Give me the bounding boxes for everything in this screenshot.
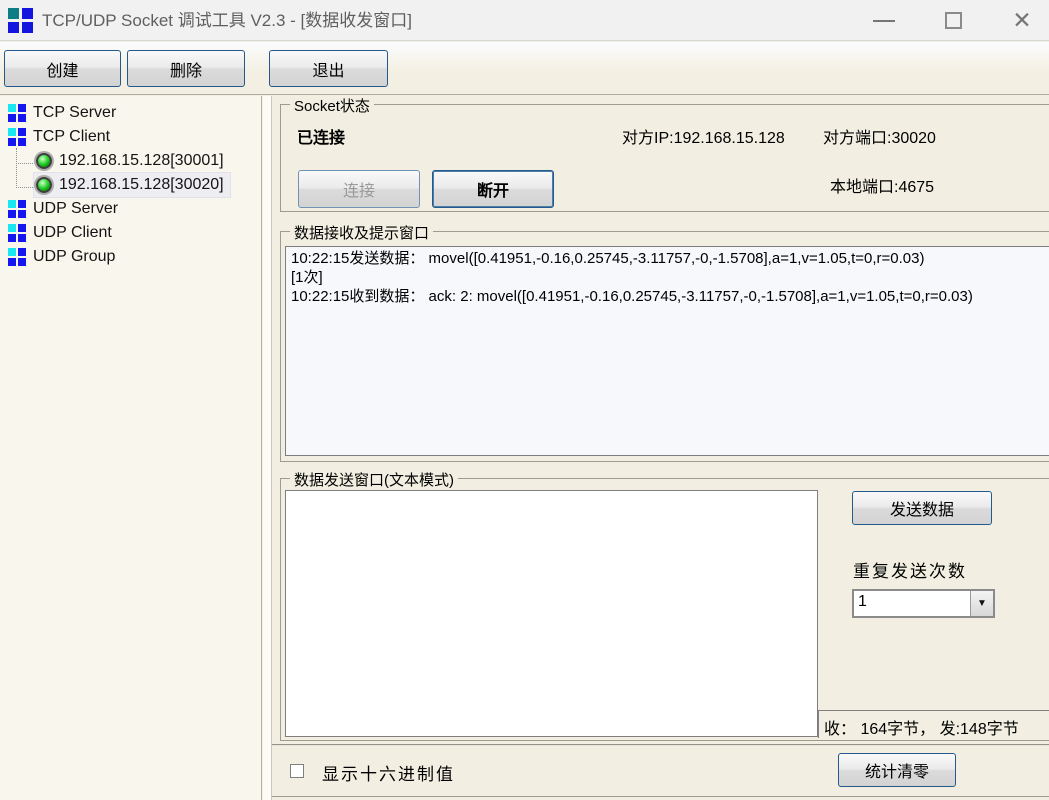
node-icon [8,104,26,122]
clear-stats-button[interactable]: 统计清零 [838,753,956,787]
disconnect-button[interactable]: 断开 [432,170,554,208]
connection-icon [36,177,52,193]
maximize-button[interactable] [930,0,976,41]
tree-item-udp-server[interactable]: UDP Server [0,197,260,221]
node-icon [8,200,26,218]
tree-item-label: 192.168.15.128[30020] [59,176,224,194]
minimize-button[interactable] [861,0,907,41]
app-icon [8,8,33,33]
tree-item-label: UDP Server [33,200,118,218]
app-icon-square [22,22,33,33]
node-icon [8,248,26,266]
delete-button[interactable]: 删除 [127,50,245,87]
receive-log-line: [1次] [291,268,1049,287]
tree-item-label: 192.168.15.128[30001] [59,152,224,170]
socket-status-group-title: Socket状态 [290,95,374,116]
minimize-icon [873,20,895,22]
app-icon-square [8,8,19,19]
receive-group-title: 数据接收及提示窗口 [290,222,433,243]
receive-log-line: 10:22:15发送数据： movel([0.41951,-0.16,0.257… [291,249,1049,268]
connection-state: 已连接 [297,124,345,148]
maximize-icon [945,12,962,29]
byte-stats-box: 收： 164字节， 发:148字节 [818,710,1049,738]
panel-splitter[interactable] [263,96,272,800]
tree-item-udp-client[interactable]: UDP Client [0,221,260,245]
send-group-title: 数据发送窗口(文本模式) [290,469,458,490]
titlebar: TCP/UDP Socket 调试工具 V2.3 - [数据收发窗口] ✕ [0,0,1049,41]
tree-item-udp-group[interactable]: UDP Group [0,245,260,269]
node-icon [8,224,26,242]
show-hex-label: 显示十六进制值 [322,760,455,785]
tree-item-label: TCP Server [33,104,116,122]
close-button[interactable]: ✕ [999,0,1045,41]
peer-port: 对方端口:30020 [823,124,936,148]
send-data-button[interactable]: 发送数据 [852,491,992,525]
tree-item-label: TCP Client [33,128,110,146]
tree-item-tcp-client[interactable]: TCP Client [0,125,260,149]
create-button[interactable]: 创建 [4,50,121,87]
connect-button[interactable]: 连接 [298,170,420,208]
repeat-count-value[interactable]: 1 [854,591,970,616]
show-hex-checkbox[interactable] [290,764,304,778]
peer-ip: 对方IP:192.168.15.128 [622,124,785,148]
byte-stats: 收： 164字节， 发:148字节 [824,715,1019,739]
send-input[interactable] [285,490,818,737]
app-icon-square [8,22,19,33]
close-icon: ✕ [1012,9,1031,32]
tree-item-label: UDP Client [33,224,112,242]
tree-item-label: UDP Group [33,248,115,266]
repeat-count-label: 重复发送次数 [853,557,967,582]
tree-item-connection-30020[interactable]: 192.168.15.128[30020] [0,173,260,197]
local-port: 本地端口:4675 [830,173,934,197]
tree-item-tcp-server[interactable]: TCP Server [0,101,260,125]
connection-icon [36,153,52,169]
repeat-count-combobox[interactable]: 1 ▼ [852,589,995,618]
exit-button[interactable]: 退出 [269,50,388,87]
app-icon-square [22,8,33,19]
receive-log-line: 10:22:15收到数据： ack: 2: movel([0.41951,-0.… [291,287,1049,306]
app-window: TCP/UDP Socket 调试工具 V2.3 - [数据收发窗口] ✕ 创建… [0,0,1049,800]
tree-item-connection-30001[interactable]: 192.168.15.128[30001] [0,149,260,173]
window-title: TCP/UDP Socket 调试工具 V2.3 - [数据收发窗口] [42,0,412,41]
toolbar: 创建 删除 退出 [0,42,1049,95]
node-icon [8,128,26,146]
chevron-down-icon[interactable]: ▼ [970,591,993,616]
receive-log[interactable]: 10:22:15发送数据： movel([0.41951,-0.16,0.257… [285,246,1049,456]
connection-tree: TCP Server TCP Client 192.168.15.128[300… [0,96,262,800]
